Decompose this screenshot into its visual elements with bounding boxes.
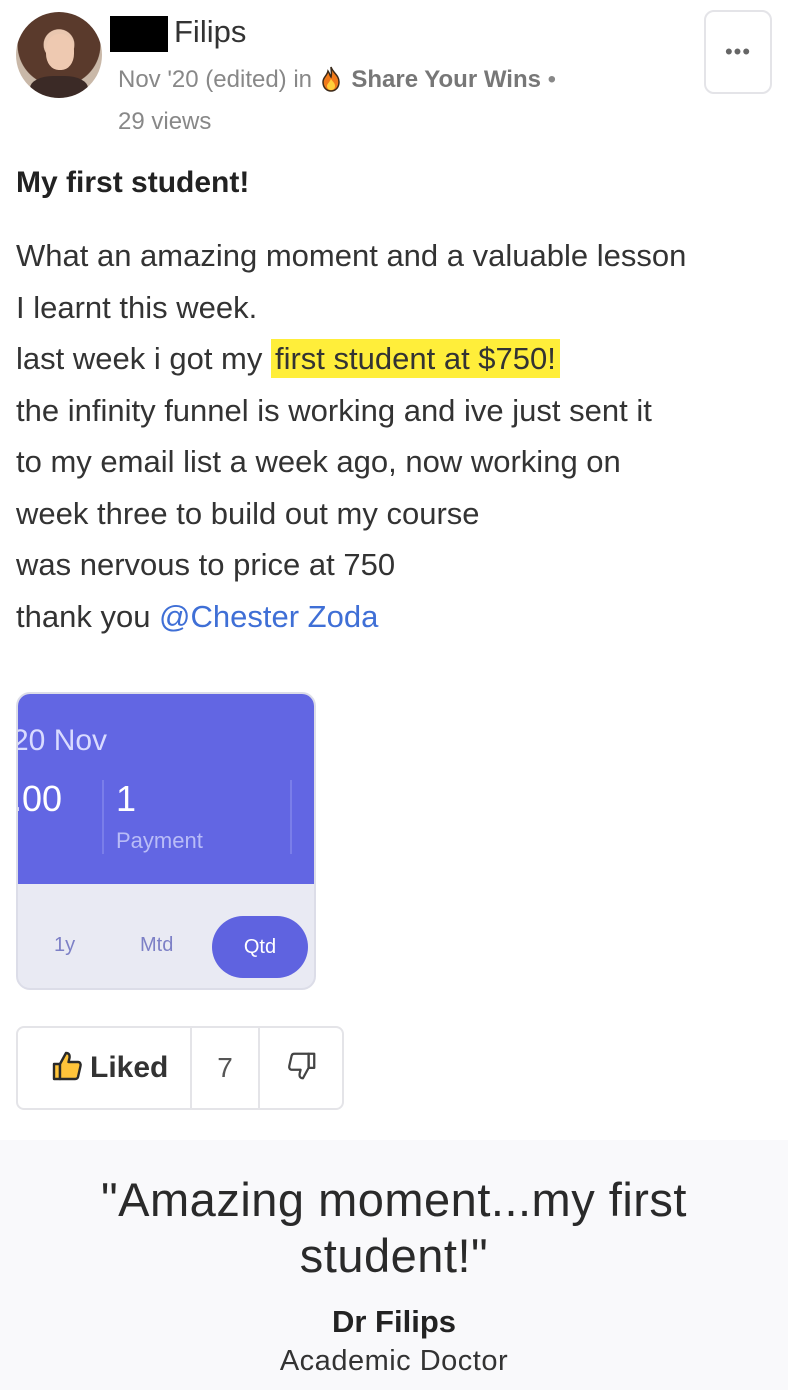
post-date: Nov '20 (edited) in <box>118 66 313 93</box>
card-divider <box>102 780 104 854</box>
quote-line: "Amazing moment...my first <box>101 1173 687 1226</box>
body-line: I learnt this week. <box>16 289 258 325</box>
dislike-button[interactable] <box>260 1028 344 1108</box>
testimonial-name: Dr Filips <box>331 1304 456 1339</box>
body-line: to my email list a week ago, now working… <box>16 444 621 479</box>
more-dots-icon: ••• <box>724 39 752 64</box>
avatar-face <box>46 34 74 70</box>
author-name[interactable]: Filips <box>174 14 246 50</box>
more-options-button[interactable]: ••• <box>704 10 772 94</box>
post-meta: Nov '20 (edited) in Share Your Wins • <box>118 66 556 94</box>
reaction-bar: Liked 7 <box>16 1026 344 1110</box>
thumbs-down-icon <box>286 1050 318 1087</box>
body-line: thank you @Chester Zoda <box>16 591 776 643</box>
card-payment-count: 1 <box>116 778 137 819</box>
card-header: 20 Nov .00 1 Payment <box>18 694 314 884</box>
quote-line: student!" <box>299 1229 489 1282</box>
like-label: Liked <box>90 1051 169 1084</box>
card-tab-qtd: Qtd <box>212 916 308 978</box>
category-link[interactable]: Share Your Wins <box>351 66 541 93</box>
card-tab-mtd: Mtd <box>140 934 174 956</box>
author-avatar[interactable] <box>16 12 102 98</box>
card-tab-1y: 1y <box>54 934 76 956</box>
highlighted-text: first student at $750! <box>270 339 560 378</box>
body-line: the infinity funnel is working and ive j… <box>16 392 652 428</box>
post-title: My first student! <box>16 166 250 199</box>
thumbs-up-icon <box>50 1049 84 1088</box>
body-text-segment: thank you <box>16 598 160 634</box>
card-date: 20 Nov <box>16 724 108 757</box>
body-line: was nervous to price at 750 <box>16 547 396 582</box>
view-count: 29 views <box>118 108 212 135</box>
body-line: What an amazing moment and a valuable le… <box>16 238 687 273</box>
body-line: last week i got my first student at $750… <box>16 333 776 385</box>
card-amount: .00 <box>16 778 63 819</box>
post-body: What an amazing moment and a valuable le… <box>16 230 776 642</box>
testimonial-quote: "Amazing moment...my first student!" <box>0 1172 788 1284</box>
body-line: week three to build out my course <box>16 495 480 531</box>
card-divider <box>290 780 292 854</box>
meta-separator: • <box>547 66 557 93</box>
avatar-body <box>30 76 88 98</box>
payment-screenshot-image[interactable]: 20 Nov .00 1 Payment 1y Mtd Qtd <box>16 692 316 990</box>
testimonial-role: Academic Doctor <box>279 1345 509 1377</box>
community-post: Filips Nov '20 (edited) in Share Your Wi… <box>0 0 788 1140</box>
card-payment-label: Payment <box>116 828 203 853</box>
like-count[interactable]: 7 <box>192 1028 258 1108</box>
body-text-segment: last week i got my <box>16 341 271 376</box>
fire-icon <box>321 66 341 92</box>
user-mention-link[interactable]: @Chester Zoda <box>159 599 378 634</box>
like-button[interactable]: Liked <box>18 1028 192 1108</box>
redacted-name-block <box>110 16 168 52</box>
